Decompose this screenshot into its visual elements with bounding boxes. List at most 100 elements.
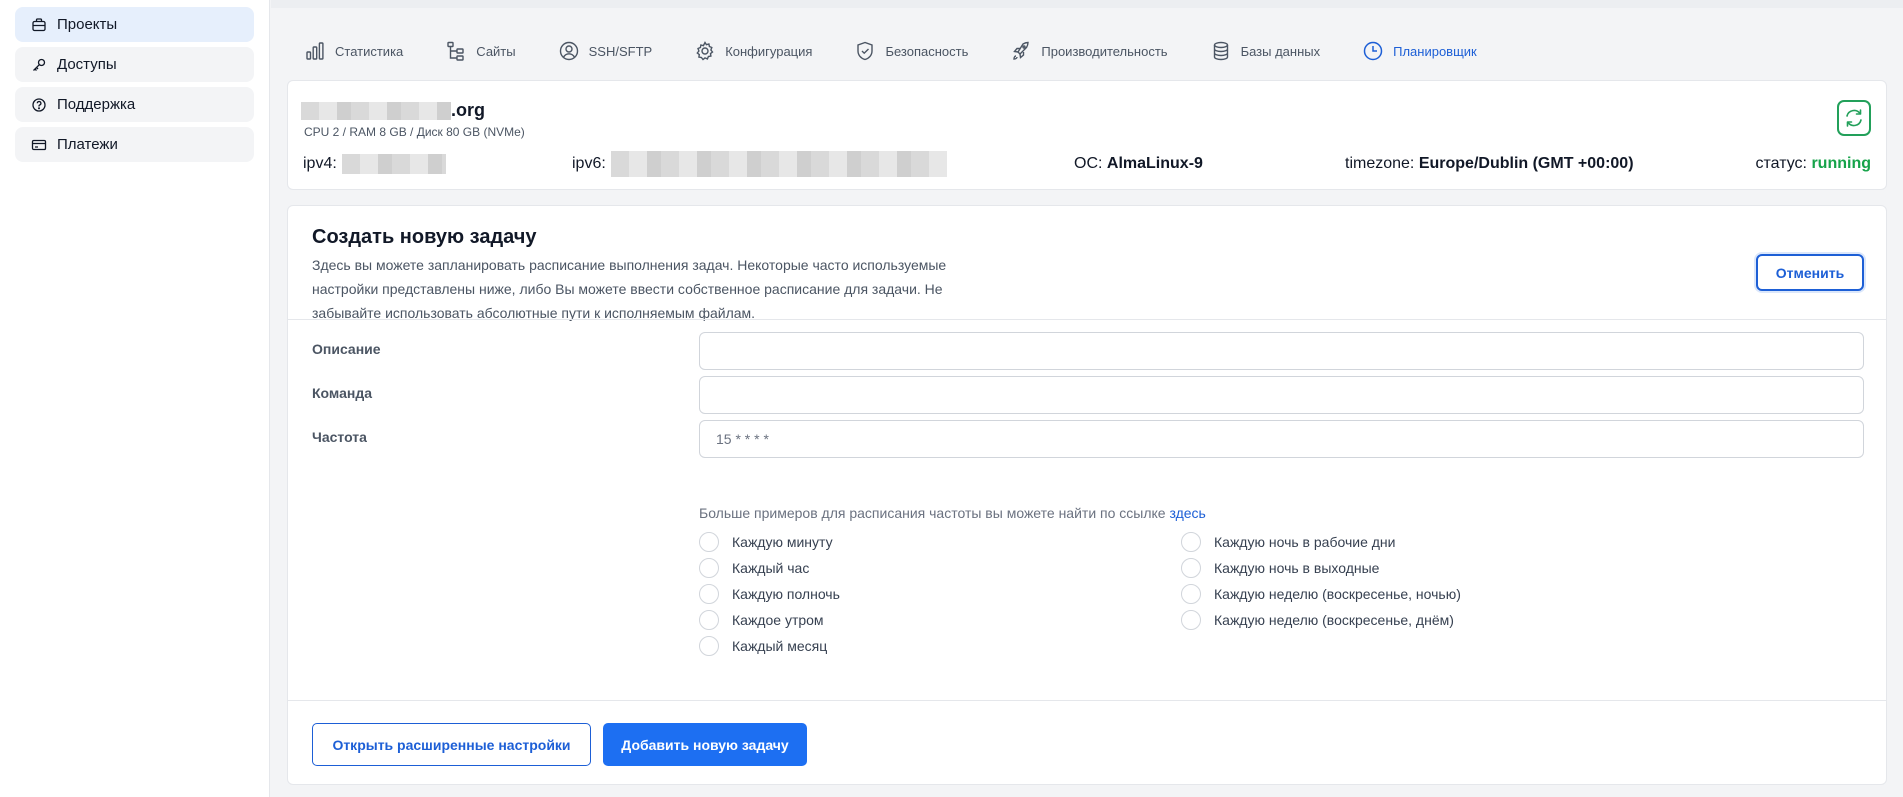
sidebar: Проекты Доступы Поддержка Платежи [0,0,270,797]
preset-weekly-sunday-day[interactable]: Каждую неделю (воскресенье, днём) [1181,610,1454,630]
rocket-icon [1013,41,1030,60]
tab-configuration[interactable]: Конфигурация [694,40,812,62]
redacted-ipv6 [610,151,947,177]
radio-circle[interactable] [1181,584,1201,604]
main-content: Статистика Сайты SSH/SFTP Конфигурация Б… [271,0,1903,797]
tab-label: Планировщик [1393,43,1477,59]
briefcase-icon [32,17,46,31]
divider [288,700,1886,701]
radio-circle[interactable] [1181,610,1201,630]
status-label: статус: [1755,155,1807,172]
add-task-button[interactable]: Добавить новую задачу [603,723,807,766]
preset-every-morning[interactable]: Каждое утром [699,610,824,630]
shield-check-icon [857,41,874,61]
ipv6-label: ipv6: [572,155,606,172]
radio-circle[interactable] [699,532,719,552]
preset-label: Каждую неделю (воскресенье, днём) [1214,612,1454,628]
status-badge: running [1811,155,1871,172]
frequency-label: Частота [312,429,367,445]
ipv4-label: ipv4: [303,155,337,172]
preset-every-midnight[interactable]: Каждую полночь [699,584,840,604]
tab-label: Статистика [335,43,404,59]
top-divider [271,0,1903,8]
tab-security[interactable]: Безопасность [854,40,968,62]
timezone-value: Europe/Dublin (GMT +00:00) [1418,155,1634,172]
tab-statistics[interactable]: Статистика [304,40,403,62]
description-input[interactable] [699,332,1864,370]
radio-circle[interactable] [699,558,719,578]
server-name: .org [301,100,485,121]
timezone-info: timezone: Europe/Dublin (GMT +00:00) [1345,151,1634,177]
ipv6-info: ipv6: [572,151,947,177]
radio-circle[interactable] [1181,532,1201,552]
hint-link[interactable]: здесь [1169,505,1205,521]
sidebar-item-payments[interactable]: Платежи [15,127,254,162]
hint-text: Больше примеров для расписания частоты в… [699,505,1170,521]
status-info: статус: running [1756,151,1871,177]
os-value: AlmaLinux-9 [1106,155,1203,172]
sidebar-item-label: Поддержка [57,96,136,113]
help-circle-icon [32,97,46,112]
description-label: Описание [312,341,381,357]
redacted-hostname [301,101,451,120]
command-label: Команда [312,385,372,401]
advanced-settings-button[interactable]: Открыть расширенные настройки [312,723,591,766]
create-task-card: Создать новую задачу Здесь вы можете зап… [287,205,1887,785]
task-title: Создать новую задачу [312,226,537,248]
divider [288,319,1886,320]
sidebar-item-label: Доступы [57,56,117,73]
server-info-card: .org CPU 2 / RAM 8 GB / Диск 80 GB (NVMe… [287,80,1887,190]
radio-circle[interactable] [699,636,719,656]
radio-circle[interactable] [699,584,719,604]
preset-weekly-sunday-night[interactable]: Каждую неделю (воскресенье, ночью) [1181,584,1461,604]
preset-every-hour[interactable]: Каждый час [699,558,809,578]
tab-ssh-sftp[interactable]: SSH/SFTP [558,40,653,62]
os-label: ОС: [1074,155,1103,172]
preset-label: Каждую ночь в выходные [1214,560,1380,576]
tab-sites[interactable]: Сайты [445,40,516,62]
refresh-icon [1846,109,1862,127]
server-name-suffix: .org [451,100,485,120]
credit-card-icon [31,139,47,150]
server-tabs: Статистика Сайты SSH/SFTP Конфигурация Б… [304,38,1519,64]
sidebar-item-access[interactable]: Доступы [15,47,254,82]
preset-label: Каждую ночь в рабочие дни [1214,534,1396,550]
user-circle-icon [559,41,578,61]
tab-performance[interactable]: Производительность [1010,40,1168,62]
server-specs: CPU 2 / RAM 8 GB / Диск 80 GB (NVMe) [304,125,525,139]
ipv4-info: ipv4: [303,151,446,177]
cancel-button[interactable]: Отменить [1756,254,1864,291]
preset-weekend-nights[interactable]: Каждую ночь в выходные [1181,558,1379,578]
task-description: Здесь вы можете запланировать расписание… [312,257,947,321]
tab-label: SSH/SFTP [588,43,653,59]
radio-circle[interactable] [699,610,719,630]
sidebar-item-projects[interactable]: Проекты [15,7,254,42]
tab-label: Базы данных [1240,43,1321,59]
tab-label: Сайты [476,43,516,59]
preset-weeknights[interactable]: Каждую ночь в рабочие дни [1181,532,1395,552]
command-input[interactable] [699,376,1864,414]
tab-label: Производительность [1041,43,1168,59]
sidebar-item-support[interactable]: Поддержка [15,87,254,122]
preset-label: Каждый час [732,560,810,576]
tab-label: Конфигурация [725,43,813,59]
os-info: ОС: AlmaLinux-9 [1074,151,1203,177]
refresh-button[interactable] [1837,100,1871,136]
radio-circle[interactable] [1181,558,1201,578]
preset-label: Каждую неделю (воскресенье, ночью) [1214,586,1461,602]
preset-label: Каждую минуту [732,534,833,550]
frequency-input[interactable] [699,420,1864,458]
preset-every-minute[interactable]: Каждую минуту [699,532,833,552]
preset-label: Каждую полночь [732,586,840,602]
gear-icon [696,41,714,61]
key-icon [33,58,46,71]
preset-every-month[interactable]: Каждый месяц [699,636,827,656]
bar-chart-icon [306,42,324,60]
clock-icon [1363,41,1383,61]
frequency-hint: Больше примеров для расписания частоты в… [699,505,1206,521]
tab-scheduler[interactable]: Планировщик [1362,40,1477,62]
tab-label: Безопасность [885,43,969,59]
preset-label: Каждое утром [732,612,824,628]
preset-label: Каждый месяц [732,638,828,654]
tab-databases[interactable]: Базы данных [1210,40,1321,62]
